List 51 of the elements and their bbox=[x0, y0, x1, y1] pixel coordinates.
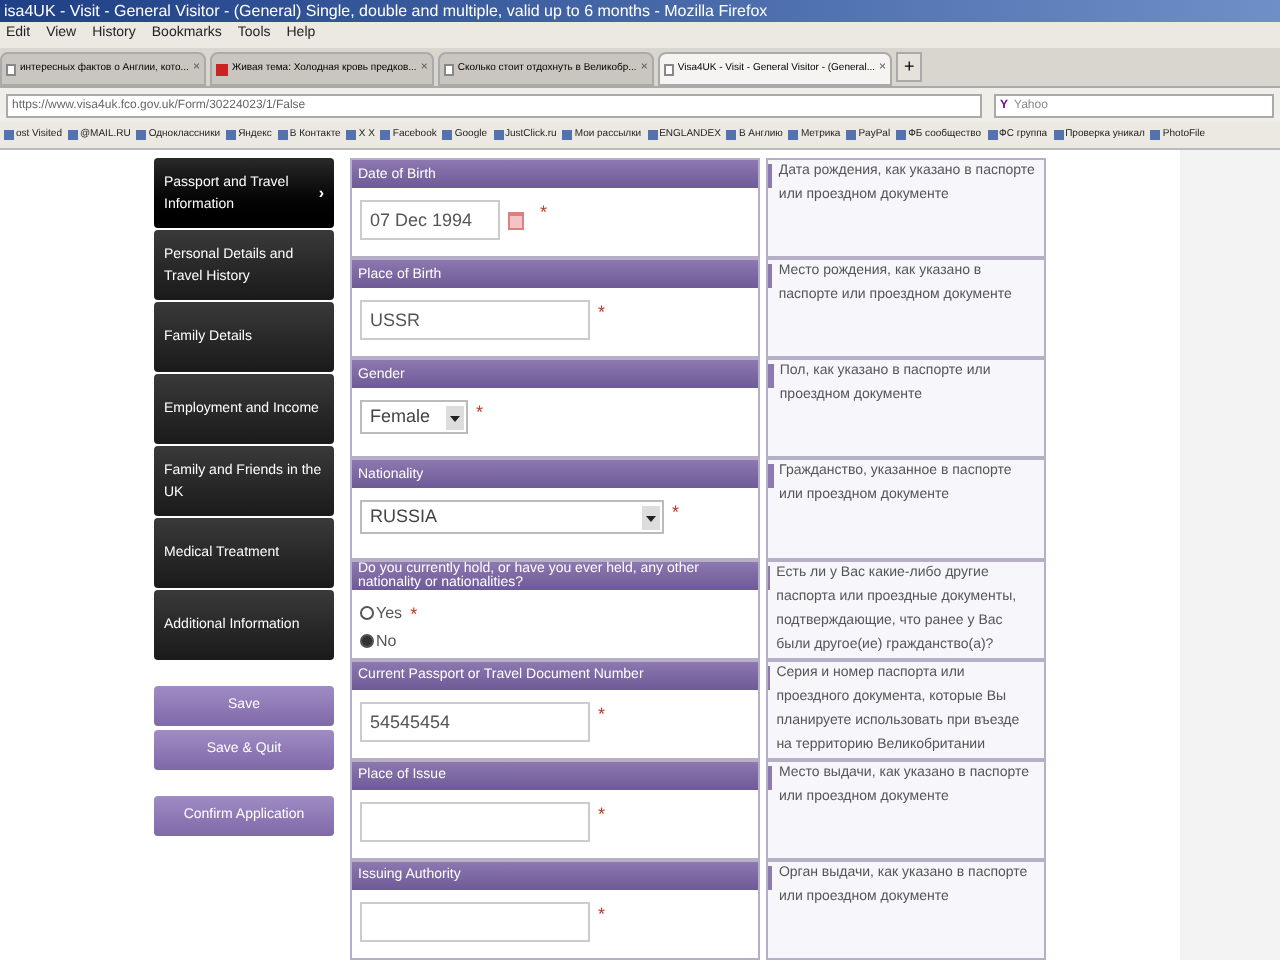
video-icon bbox=[215, 63, 228, 75]
help-marker bbox=[768, 464, 774, 489]
new-tab-button[interactable]: + bbox=[896, 51, 923, 82]
radio-option[interactable]: Yes bbox=[360, 601, 403, 625]
favicon-icon bbox=[987, 130, 998, 140]
calendar-icon[interactable] bbox=[508, 210, 524, 230]
favicon-icon bbox=[493, 130, 503, 140]
page-icon bbox=[6, 63, 16, 75]
required-mark: * bbox=[540, 200, 548, 226]
favicon-icon bbox=[277, 130, 288, 140]
favicon-icon bbox=[562, 130, 573, 140]
favicon-icon bbox=[788, 130, 799, 140]
dropdown[interactable]: RUSSIA bbox=[360, 500, 664, 535]
required-mark: * bbox=[672, 500, 680, 527]
favicon-icon bbox=[1150, 130, 1161, 140]
favicon-icon bbox=[346, 130, 357, 140]
favicon-icon bbox=[1053, 130, 1064, 140]
favicon-icon bbox=[4, 130, 14, 140]
page-icon bbox=[443, 63, 454, 75]
required-mark: * bbox=[598, 901, 606, 928]
required-mark: * bbox=[598, 701, 606, 728]
help-marker bbox=[768, 865, 773, 890]
required-mark: * bbox=[476, 400, 484, 427]
text-field[interactable] bbox=[360, 801, 590, 842]
required-mark: * bbox=[598, 300, 606, 327]
dropdown[interactable]: Female bbox=[360, 400, 468, 435]
date-field[interactable]: 07 Dec 1994 bbox=[360, 200, 500, 240]
text-field[interactable] bbox=[360, 901, 590, 942]
text-field[interactable]: USSR bbox=[360, 300, 590, 341]
favicon-icon bbox=[442, 130, 453, 140]
text-field[interactable]: 54545454 bbox=[360, 701, 590, 742]
favicon-icon bbox=[896, 130, 907, 140]
favicon-icon bbox=[846, 130, 857, 140]
help-marker bbox=[768, 565, 771, 589]
required-mark: * bbox=[410, 601, 418, 627]
favicon-icon bbox=[380, 130, 391, 140]
chevron-icon: › bbox=[318, 182, 324, 204]
help-marker bbox=[768, 164, 773, 188]
help-marker bbox=[768, 364, 774, 389]
favicon-icon bbox=[226, 130, 237, 140]
favicon-icon bbox=[136, 130, 147, 140]
help-marker bbox=[768, 765, 773, 790]
favicon-icon bbox=[67, 130, 78, 140]
page-icon bbox=[663, 63, 674, 75]
favicon-icon bbox=[726, 130, 737, 140]
favicon-icon bbox=[647, 130, 658, 140]
help-marker bbox=[768, 264, 773, 289]
help-marker bbox=[768, 665, 771, 690]
radio-option[interactable]: No bbox=[360, 629, 403, 653]
window-title: isa4UK - Visit - General Visitor - (General) Single, double and multiple, valid up to 6 months - Mozilla Firefox bbox=[0, 0, 1280, 22]
required-mark: * bbox=[598, 801, 606, 828]
